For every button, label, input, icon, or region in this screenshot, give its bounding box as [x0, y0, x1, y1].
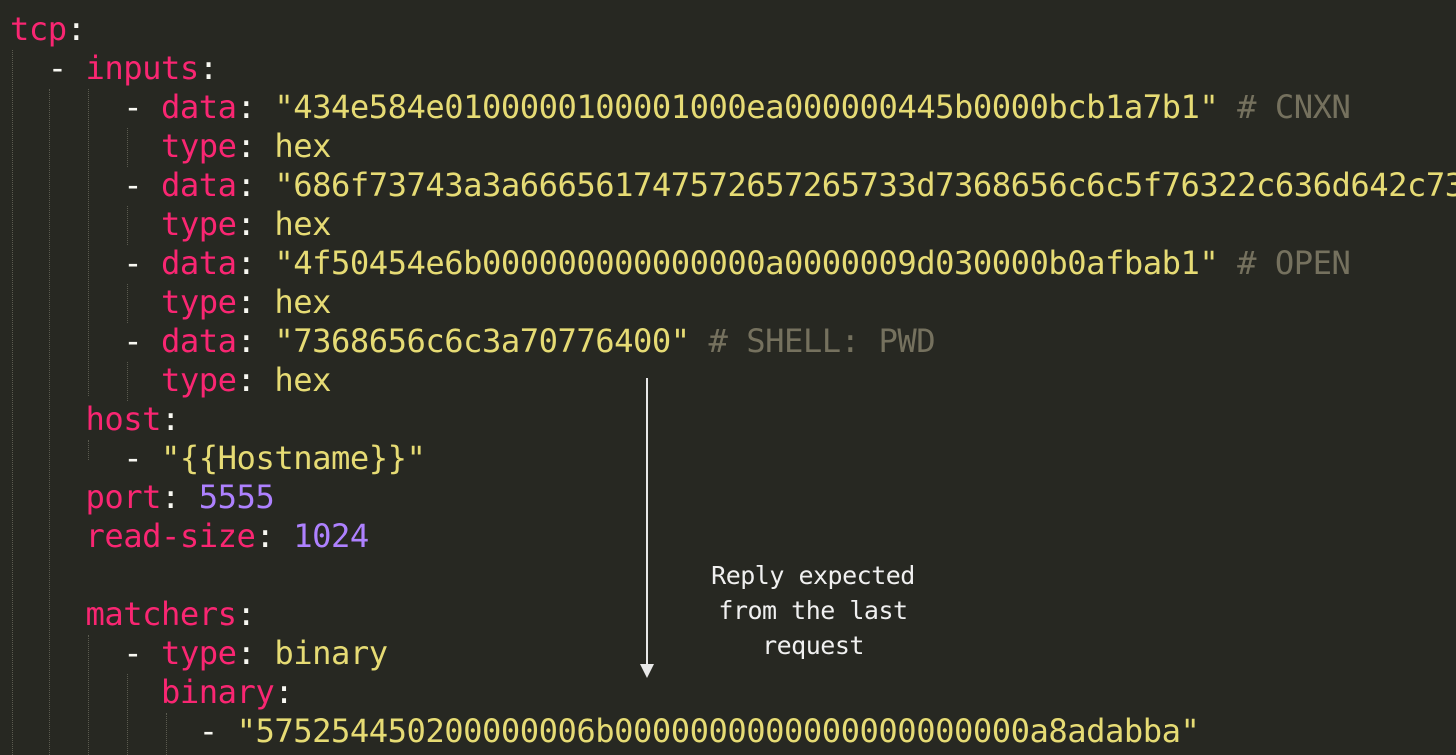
yaml-key: data	[161, 166, 237, 204]
code-line: - type: binary	[10, 634, 388, 673]
yaml-colon: :	[236, 127, 275, 165]
annotation-text: Reply expected from the last request	[683, 558, 943, 663]
code-line: matchers:	[10, 595, 256, 634]
number-value: 1024	[293, 517, 369, 555]
yaml-colon: :	[66, 10, 86, 48]
code-line: - inputs:	[10, 49, 218, 88]
yaml-colon: :	[236, 244, 275, 282]
list-dash: -	[123, 88, 162, 126]
yaml-colon: :	[236, 88, 275, 126]
list-dash: -	[123, 634, 162, 672]
plain-value: binary	[274, 634, 388, 672]
code-line: - "{{Hostname}}"	[10, 439, 426, 478]
list-dash: -	[123, 439, 162, 477]
yaml-key: tcp	[10, 10, 67, 48]
yaml-key: type	[161, 361, 237, 399]
code-line: - data: "686f73743a3a6665617475726572657…	[10, 166, 1456, 205]
code-comment: # OPEN	[1218, 244, 1351, 282]
annotation-line: from the last	[718, 596, 908, 625]
list-dash: -	[47, 49, 86, 87]
code-line: - data: "434e584e0100000100001000ea00000…	[10, 88, 1351, 127]
list-dash: -	[198, 712, 237, 750]
code-line: port: 5555	[10, 478, 275, 517]
code-comment: # SHELL: PWD	[689, 322, 936, 360]
code-comment: # CNXN	[1218, 88, 1351, 126]
yaml-key: matchers	[85, 595, 238, 633]
code-line: binary:	[10, 673, 294, 712]
code-line: type: hex	[10, 283, 331, 322]
yaml-colon: :	[236, 283, 275, 321]
code-line: type: hex	[10, 205, 331, 244]
arrow-head-icon	[640, 664, 654, 678]
code-line: type: hex	[10, 361, 331, 400]
string-value: "{{Hostname}}"	[161, 439, 426, 477]
annotation-arrow	[646, 378, 648, 668]
yaml-key: type	[161, 283, 237, 321]
list-dash: -	[123, 322, 162, 360]
yaml-colon: :	[236, 634, 275, 672]
yaml-colon: :	[236, 595, 256, 633]
plain-value: hex	[274, 127, 331, 165]
yaml-colon: :	[161, 400, 180, 438]
yaml-colon: :	[274, 673, 294, 711]
yaml-colon: :	[255, 517, 294, 555]
yaml-key: type	[161, 205, 237, 243]
list-dash: -	[123, 166, 162, 204]
yaml-key: data	[161, 244, 237, 282]
yaml-key: type	[161, 634, 237, 672]
yaml-key: inputs	[85, 49, 200, 87]
code-line: - data: "4f50454e6b000000000000000a00000…	[10, 244, 1351, 283]
plain-value: hex	[274, 283, 331, 321]
yaml-key: data	[161, 88, 237, 126]
code-line: type: hex	[10, 127, 331, 166]
code-line: read-size: 1024	[10, 517, 370, 556]
yaml-key: read-size	[85, 517, 256, 555]
annotation-line: Reply expected	[711, 561, 915, 590]
yaml-colon: :	[236, 205, 275, 243]
number-value: 5555	[198, 478, 275, 516]
yaml-colon: :	[236, 322, 275, 360]
code-line: host:	[10, 400, 181, 439]
annotation-line: request	[762, 631, 864, 660]
yaml-colon: :	[236, 361, 275, 399]
yaml-colon: :	[236, 166, 275, 204]
list-dash: -	[123, 244, 162, 282]
plain-value: hex	[274, 361, 331, 399]
string-value: "434e584e0100000100001000ea000000445b000…	[274, 88, 1219, 126]
yaml-colon: :	[161, 478, 199, 516]
code-line: - data: "7368656c6c3a70776400" # SHELL: …	[10, 322, 935, 361]
plain-value: hex	[274, 205, 331, 243]
yaml-key: binary	[161, 673, 275, 711]
code-line: - "575254450200000006b000000000000000000…	[10, 712, 1200, 751]
yaml-key: host	[85, 400, 162, 438]
yaml-key: type	[161, 127, 237, 165]
yaml-key: data	[161, 322, 237, 360]
code-line: tcp:	[10, 10, 86, 49]
yaml-key: port	[85, 478, 162, 516]
string-value: "686f73743a3a666561747572657265733d73686…	[274, 166, 1456, 204]
yaml-colon: :	[198, 49, 218, 87]
string-value: "4f50454e6b000000000000000a0000009d03000…	[274, 244, 1219, 282]
code-editor[interactable]: tcp: - inputs: - data: "434e584e01000001…	[0, 0, 1456, 755]
string-value: "575254450200000006b00000000000000000000…	[236, 712, 1200, 750]
string-value: "7368656c6c3a70776400"	[274, 322, 690, 360]
